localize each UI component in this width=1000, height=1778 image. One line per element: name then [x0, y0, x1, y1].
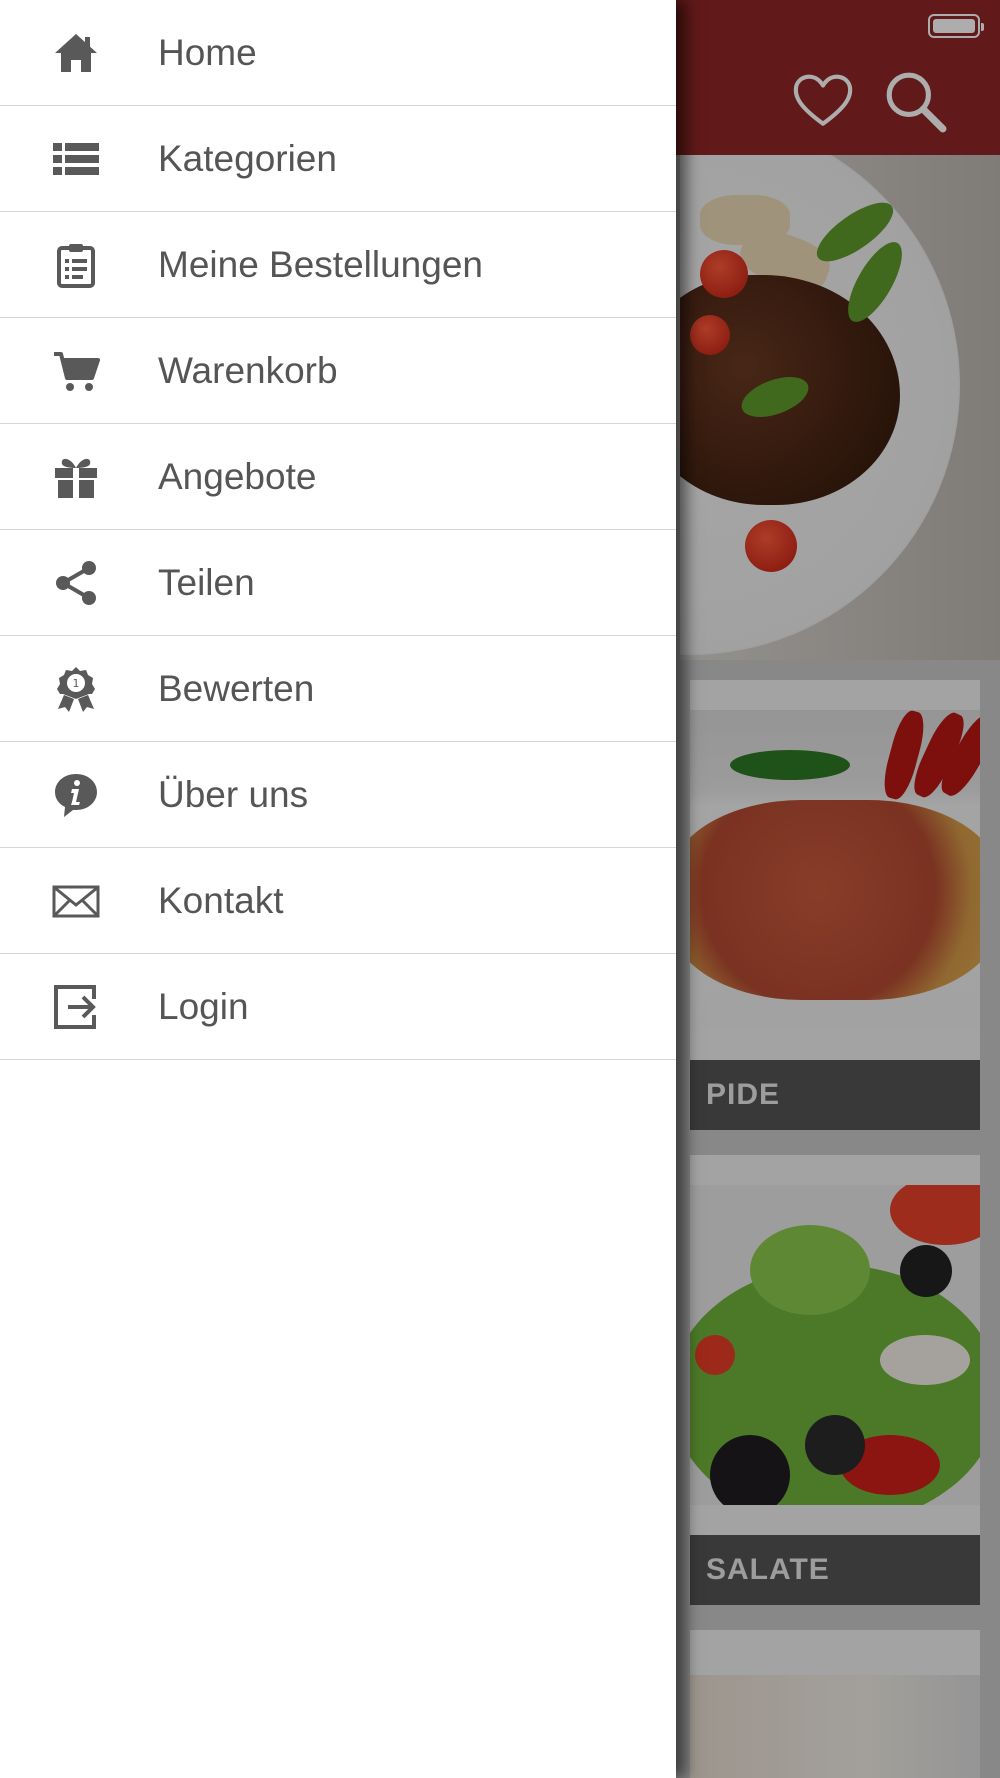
menu-item-login[interactable]: Login [0, 954, 676, 1060]
menu-item-home[interactable]: Home [0, 0, 676, 106]
info-icon [52, 771, 100, 819]
mail-icon [52, 877, 100, 925]
home-icon [52, 29, 100, 77]
gift-icon [52, 453, 100, 501]
menu-item-label: Bewerten [158, 667, 315, 709]
svg-text:1: 1 [73, 677, 80, 690]
menu-item-label: Kategorien [158, 137, 337, 179]
menu-item-label: Home [158, 31, 257, 73]
award-icon: 1 [52, 665, 100, 713]
menu-item-kategorien[interactable]: Kategorien [0, 106, 676, 212]
menu-item-warenkorb[interactable]: Warenkorb [0, 318, 676, 424]
menu-item-label: Warenkorb [158, 349, 338, 391]
menu-item-label: Teilen [158, 561, 255, 603]
menu-item-label: Login [158, 985, 249, 1027]
menu-item-label: Über uns [158, 773, 309, 815]
list-icon [52, 135, 100, 183]
navigation-drawer: Home Kategorien Meine Bestellungen Waren… [0, 0, 676, 1778]
menu-item-label: Kontakt [158, 879, 284, 921]
menu-item-teilen[interactable]: Teilen [0, 530, 676, 636]
menu-item-meine-bestellungen[interactable]: Meine Bestellungen [0, 212, 676, 318]
menu-item-bewerten[interactable]: 1 Bewerten [0, 636, 676, 742]
cart-icon [52, 347, 100, 395]
menu-item-angebote[interactable]: Angebote [0, 424, 676, 530]
menu-item-kontakt[interactable]: Kontakt [0, 848, 676, 954]
login-icon [52, 983, 100, 1031]
menu-item-label: Angebote [158, 455, 317, 497]
share-icon [52, 559, 100, 607]
menu-item-ueber-uns[interactable]: Über uns [0, 742, 676, 848]
clipboard-icon [52, 241, 100, 289]
menu-item-label: Meine Bestellungen [158, 243, 483, 285]
